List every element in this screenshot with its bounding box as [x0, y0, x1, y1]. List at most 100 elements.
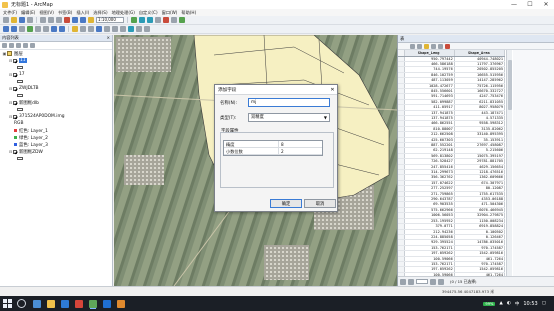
list-by-source-icon[interactable]: [9, 43, 14, 48]
fixed-zoom-out-icon[interactable]: [43, 26, 49, 32]
model-builder-icon[interactable]: [179, 17, 185, 23]
toc-layer-row[interactable]: ⊟ 371524AP0DOM.img: [0, 113, 112, 120]
search-icon[interactable]: [17, 299, 26, 308]
clear-selection-icon[interactable]: [80, 26, 86, 32]
first-record-icon[interactable]: [400, 278, 406, 285]
hyperlink-icon[interactable]: [104, 26, 110, 32]
cancel-button[interactable]: 取消: [304, 199, 336, 208]
zoom-out-icon[interactable]: [11, 26, 17, 32]
toc-layer-row[interactable]: ▣ 图层: [0, 50, 112, 57]
input-method-indicator[interactable]: 中: [515, 301, 520, 307]
undo-icon[interactable]: [72, 17, 78, 23]
task-view-icon[interactable]: [33, 299, 41, 308]
delete-icon[interactable]: [64, 17, 70, 23]
layer-visibility-checkbox[interactable]: [13, 100, 17, 105]
symbol-swatch[interactable]: [17, 94, 23, 97]
menu-file[interactable]: 文件(F): [3, 10, 17, 16]
go-to-xy-icon[interactable]: [136, 26, 142, 32]
switch-selection-icon[interactable]: [431, 43, 436, 49]
app-icon[interactable]: [117, 299, 125, 308]
catalog-icon[interactable]: [147, 17, 153, 23]
previous-record-icon[interactable]: [408, 278, 414, 285]
menu-customize[interactable]: 自定义(C): [139, 10, 158, 16]
menu-selection[interactable]: 选择(S): [93, 10, 107, 16]
arctoolbox-icon[interactable]: [163, 17, 169, 23]
record-number-input[interactable]: [416, 279, 428, 284]
minimize-button[interactable]: —: [506, 0, 522, 9]
clear-selection-icon[interactable]: [438, 43, 443, 49]
copy-icon[interactable]: [48, 17, 54, 23]
close-button[interactable]: ✕: [538, 0, 554, 9]
start-button[interactable]: [3, 299, 12, 308]
toc-layer-row[interactable]: 红色: Layer_1: [0, 127, 112, 134]
new-document-icon[interactable]: [3, 17, 9, 23]
identify-icon[interactable]: [96, 26, 102, 32]
redo-icon[interactable]: [80, 17, 86, 23]
word-icon[interactable]: [103, 299, 111, 308]
maximize-button[interactable]: ☐: [522, 0, 538, 9]
forward-extent-icon[interactable]: [59, 26, 65, 32]
toc-options-icon[interactable]: [30, 43, 35, 48]
toc-layer-row[interactable]: ⊟ 新图框ZDW: [0, 148, 112, 155]
network-icon[interactable]: ▲: [499, 301, 502, 306]
save-icon[interactable]: [19, 17, 25, 23]
list-by-visibility-icon[interactable]: [16, 43, 21, 48]
dialog-close-icon[interactable]: ✕: [328, 85, 337, 94]
layer-visibility-checkbox[interactable]: [13, 149, 17, 154]
menu-geoprocessing[interactable]: 地理处理(G): [112, 10, 135, 16]
toc-layer-row[interactable]: RGB: [0, 120, 112, 127]
menu-insert[interactable]: 插入(I): [76, 10, 89, 16]
list-by-selection-icon[interactable]: [23, 43, 28, 48]
app-icon[interactable]: [75, 299, 83, 308]
html-popup-icon[interactable]: [112, 26, 118, 32]
scale-row[interactable]: 小数位数 2: [224, 148, 322, 155]
layer-symbol-row[interactable]: [0, 78, 112, 85]
layer-symbol-row[interactable]: [0, 155, 112, 162]
print-icon[interactable]: [27, 17, 33, 23]
zoom-in-icon[interactable]: [3, 26, 9, 32]
table-of-contents-icon[interactable]: [139, 17, 145, 23]
toc-layer-row[interactable]: ⊟ 新图框dlb: [0, 99, 112, 106]
next-record-icon[interactable]: [430, 278, 436, 285]
full-extent-icon[interactable]: [27, 26, 33, 32]
edge-browser-icon[interactable]: [61, 299, 69, 308]
ok-button[interactable]: 确定: [270, 199, 302, 208]
pan-icon[interactable]: [19, 26, 25, 32]
search-icon[interactable]: [155, 17, 161, 23]
paste-icon[interactable]: [56, 17, 62, 23]
toc-layer-row[interactable]: 绿色: Layer_2: [0, 134, 112, 141]
toc-layer-row[interactable]: ⊟ 11: [0, 57, 112, 64]
scale-value[interactable]: 2: [279, 148, 284, 154]
find-icon[interactable]: [128, 26, 134, 32]
table-vertical-scrollbar[interactable]: [506, 50, 512, 276]
select-features-icon[interactable]: [72, 26, 78, 32]
open-folder-icon[interactable]: [11, 17, 17, 23]
list-by-drawing-order-icon[interactable]: [2, 43, 7, 48]
select-elements-icon[interactable]: [88, 26, 94, 32]
symbol-swatch[interactable]: [17, 108, 23, 111]
precision-value[interactable]: 8: [279, 141, 284, 147]
symbol-swatch[interactable]: [17, 66, 23, 69]
table-options-icon[interactable]: [410, 43, 415, 49]
cut-icon[interactable]: [40, 17, 46, 23]
editor-icon[interactable]: [131, 17, 137, 23]
file-explorer-icon[interactable]: [47, 299, 55, 308]
menu-view[interactable]: 视图(V): [39, 10, 54, 16]
map-scale-combobox[interactable]: 1:10,000: [96, 17, 124, 23]
toc-layer-row[interactable]: 蓝色: Layer_3: [0, 141, 112, 148]
fixed-zoom-in-icon[interactable]: [35, 26, 41, 32]
symbol-swatch[interactable]: [17, 80, 23, 83]
toc-close-icon[interactable]: ×: [106, 35, 110, 41]
time-slider-icon[interactable]: [144, 26, 150, 32]
clock[interactable]: 10:53: [523, 301, 537, 307]
back-extent-icon[interactable]: [51, 26, 57, 32]
related-tables-icon[interactable]: [417, 43, 422, 49]
toc-layer-row[interactable]: ⊟ 17: [0, 71, 112, 78]
layer-visibility-checkbox[interactable]: [13, 86, 17, 91]
layer-symbol-row[interactable]: [0, 92, 112, 99]
scrollbar-thumb[interactable]: [508, 60, 512, 110]
menu-help[interactable]: 帮助(H): [181, 10, 196, 16]
precision-row[interactable]: 精度 8: [224, 141, 322, 148]
layer-symbol-row[interactable]: [0, 64, 112, 71]
arcmap-taskbar-icon[interactable]: [89, 299, 97, 308]
